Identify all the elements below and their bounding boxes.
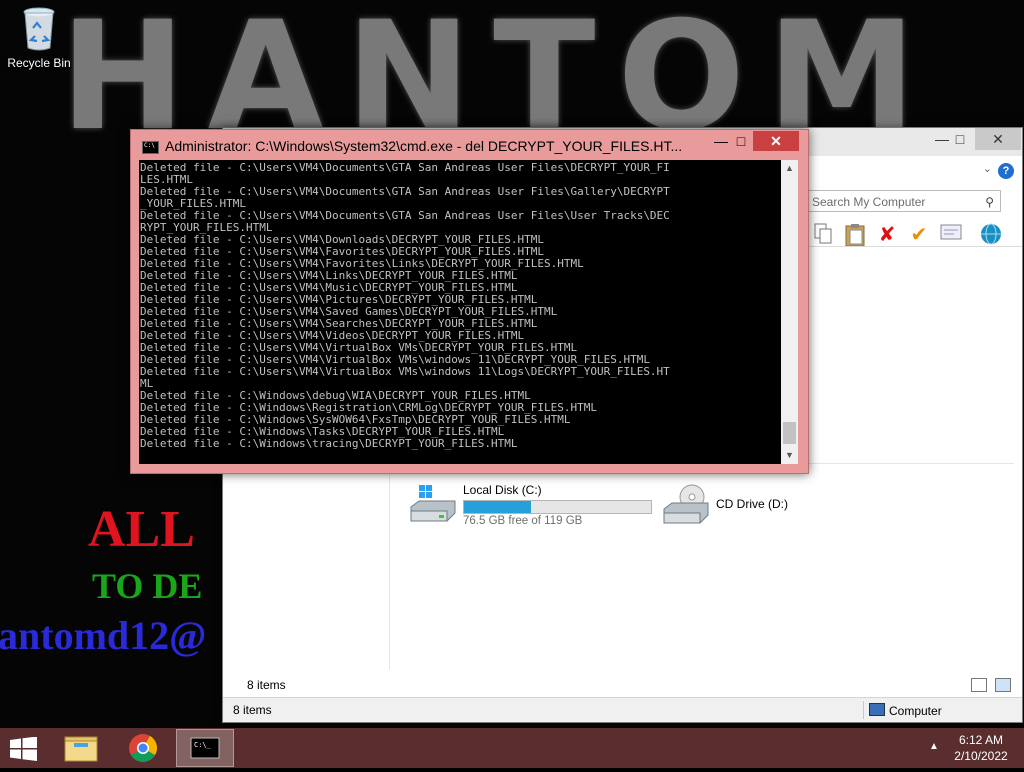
globe-icon[interactable] (979, 223, 1003, 247)
console-output: Deleted file - C:\Users\VM4\Documents\GT… (140, 161, 670, 450)
search-input[interactable]: Search My Computer ⚲ (807, 190, 1001, 212)
recycle-bin-label: Recycle Bin (7, 56, 71, 70)
cmd-scrollbar[interactable]: ▲ ▼ (781, 160, 798, 464)
start-button[interactable] (10, 736, 38, 761)
taskbar-chrome[interactable] (114, 729, 172, 767)
hard-drive-icon (409, 483, 457, 527)
check-icon[interactable]: ✔ (907, 223, 931, 247)
help-icon[interactable]: ? (998, 163, 1014, 179)
search-placeholder: Search My Computer (812, 195, 926, 209)
cmd-maximize-button[interactable]: □ (727, 131, 755, 151)
cmd-titlebar[interactable]: Administrator: C:\Windows\System32\cmd.e… (131, 130, 808, 159)
desktop-icon-recycle-bin[interactable]: Recycle Bin (6, 6, 72, 70)
item-count: 8 items (247, 678, 286, 692)
taskbar: C:\_ ▲ 6:12 AM 2/10/2022 (0, 728, 1024, 768)
status-item-count: 8 items (233, 703, 272, 717)
drive-name: CD Drive (D:) (716, 497, 788, 511)
status-computer-label: Computer (889, 704, 942, 718)
search-icon[interactable]: ⚲ (985, 191, 994, 213)
wallpaper-email-text: antomd12@ (0, 613, 207, 658)
wallpaper-red-text: ALL (88, 501, 195, 558)
nav-pane-divider (389, 463, 390, 670)
scroll-up-icon[interactable]: ▲ (781, 160, 798, 177)
tray-overflow-icon[interactable]: ▲ (929, 741, 939, 752)
taskbar-file-explorer[interactable] (52, 729, 110, 767)
cd-drive-icon (662, 483, 710, 527)
chrome-icon (129, 734, 157, 762)
cmd-title: Administrator: C:\Windows\System32\cmd.e… (165, 138, 683, 154)
properties-icon[interactable] (939, 223, 963, 247)
clock-date: 2/10/2022 (954, 749, 1008, 763)
large-icons-view-icon[interactable] (995, 678, 1011, 692)
clock-time: 6:12 AM (958, 733, 1004, 747)
cmd-close-button[interactable]: ✕ (753, 131, 799, 151)
paste-icon[interactable] (843, 223, 867, 247)
explorer-toolbar: ✘ ✔ (811, 220, 1011, 252)
scroll-down-icon[interactable]: ▼ (781, 447, 798, 464)
status-location: Computer (869, 703, 942, 718)
explorer-status-bar: 8 items Computer (223, 697, 1022, 722)
command-prompt-icon: C:\_ (190, 737, 220, 759)
copy-icon[interactable] (811, 223, 835, 247)
wallpaper-green-text: TO DE (92, 566, 203, 606)
content-status-bar: 8 items (231, 674, 1014, 696)
drive-usage-fill (464, 501, 532, 513)
cmd-window[interactable]: Administrator: C:\Windows\System32\cmd.e… (130, 129, 809, 474)
drive-free-space: 76.5 GB free of 119 GB (463, 515, 583, 527)
cmd-app-icon (142, 141, 159, 154)
computer-icon (869, 703, 885, 716)
drive-usage-bar (463, 500, 652, 514)
explorer-close-button[interactable]: ✕ (975, 128, 1021, 150)
windows-logo-icon (10, 736, 37, 761)
details-view-icon[interactable] (971, 678, 987, 692)
status-divider (863, 701, 864, 719)
taskbar-clock[interactable]: 6:12 AM 2/10/2022 (950, 732, 1012, 764)
scroll-thumb[interactable] (783, 422, 796, 444)
chevron-down-icon[interactable]: ⌄ (983, 162, 992, 175)
delete-icon[interactable]: ✘ (875, 223, 899, 247)
recycle-bin-icon (22, 6, 56, 51)
explorer-maximize-button[interactable]: □ (945, 128, 975, 150)
drive-name: Local Disk (C:) (463, 483, 542, 497)
cmd-console[interactable]: Deleted file - C:\Users\VM4\Documents\GT… (139, 160, 781, 464)
svg-text:C:\_: C:\_ (194, 741, 212, 749)
taskbar-command-prompt[interactable]: C:\_ (176, 729, 234, 767)
folder-icon (64, 736, 98, 762)
